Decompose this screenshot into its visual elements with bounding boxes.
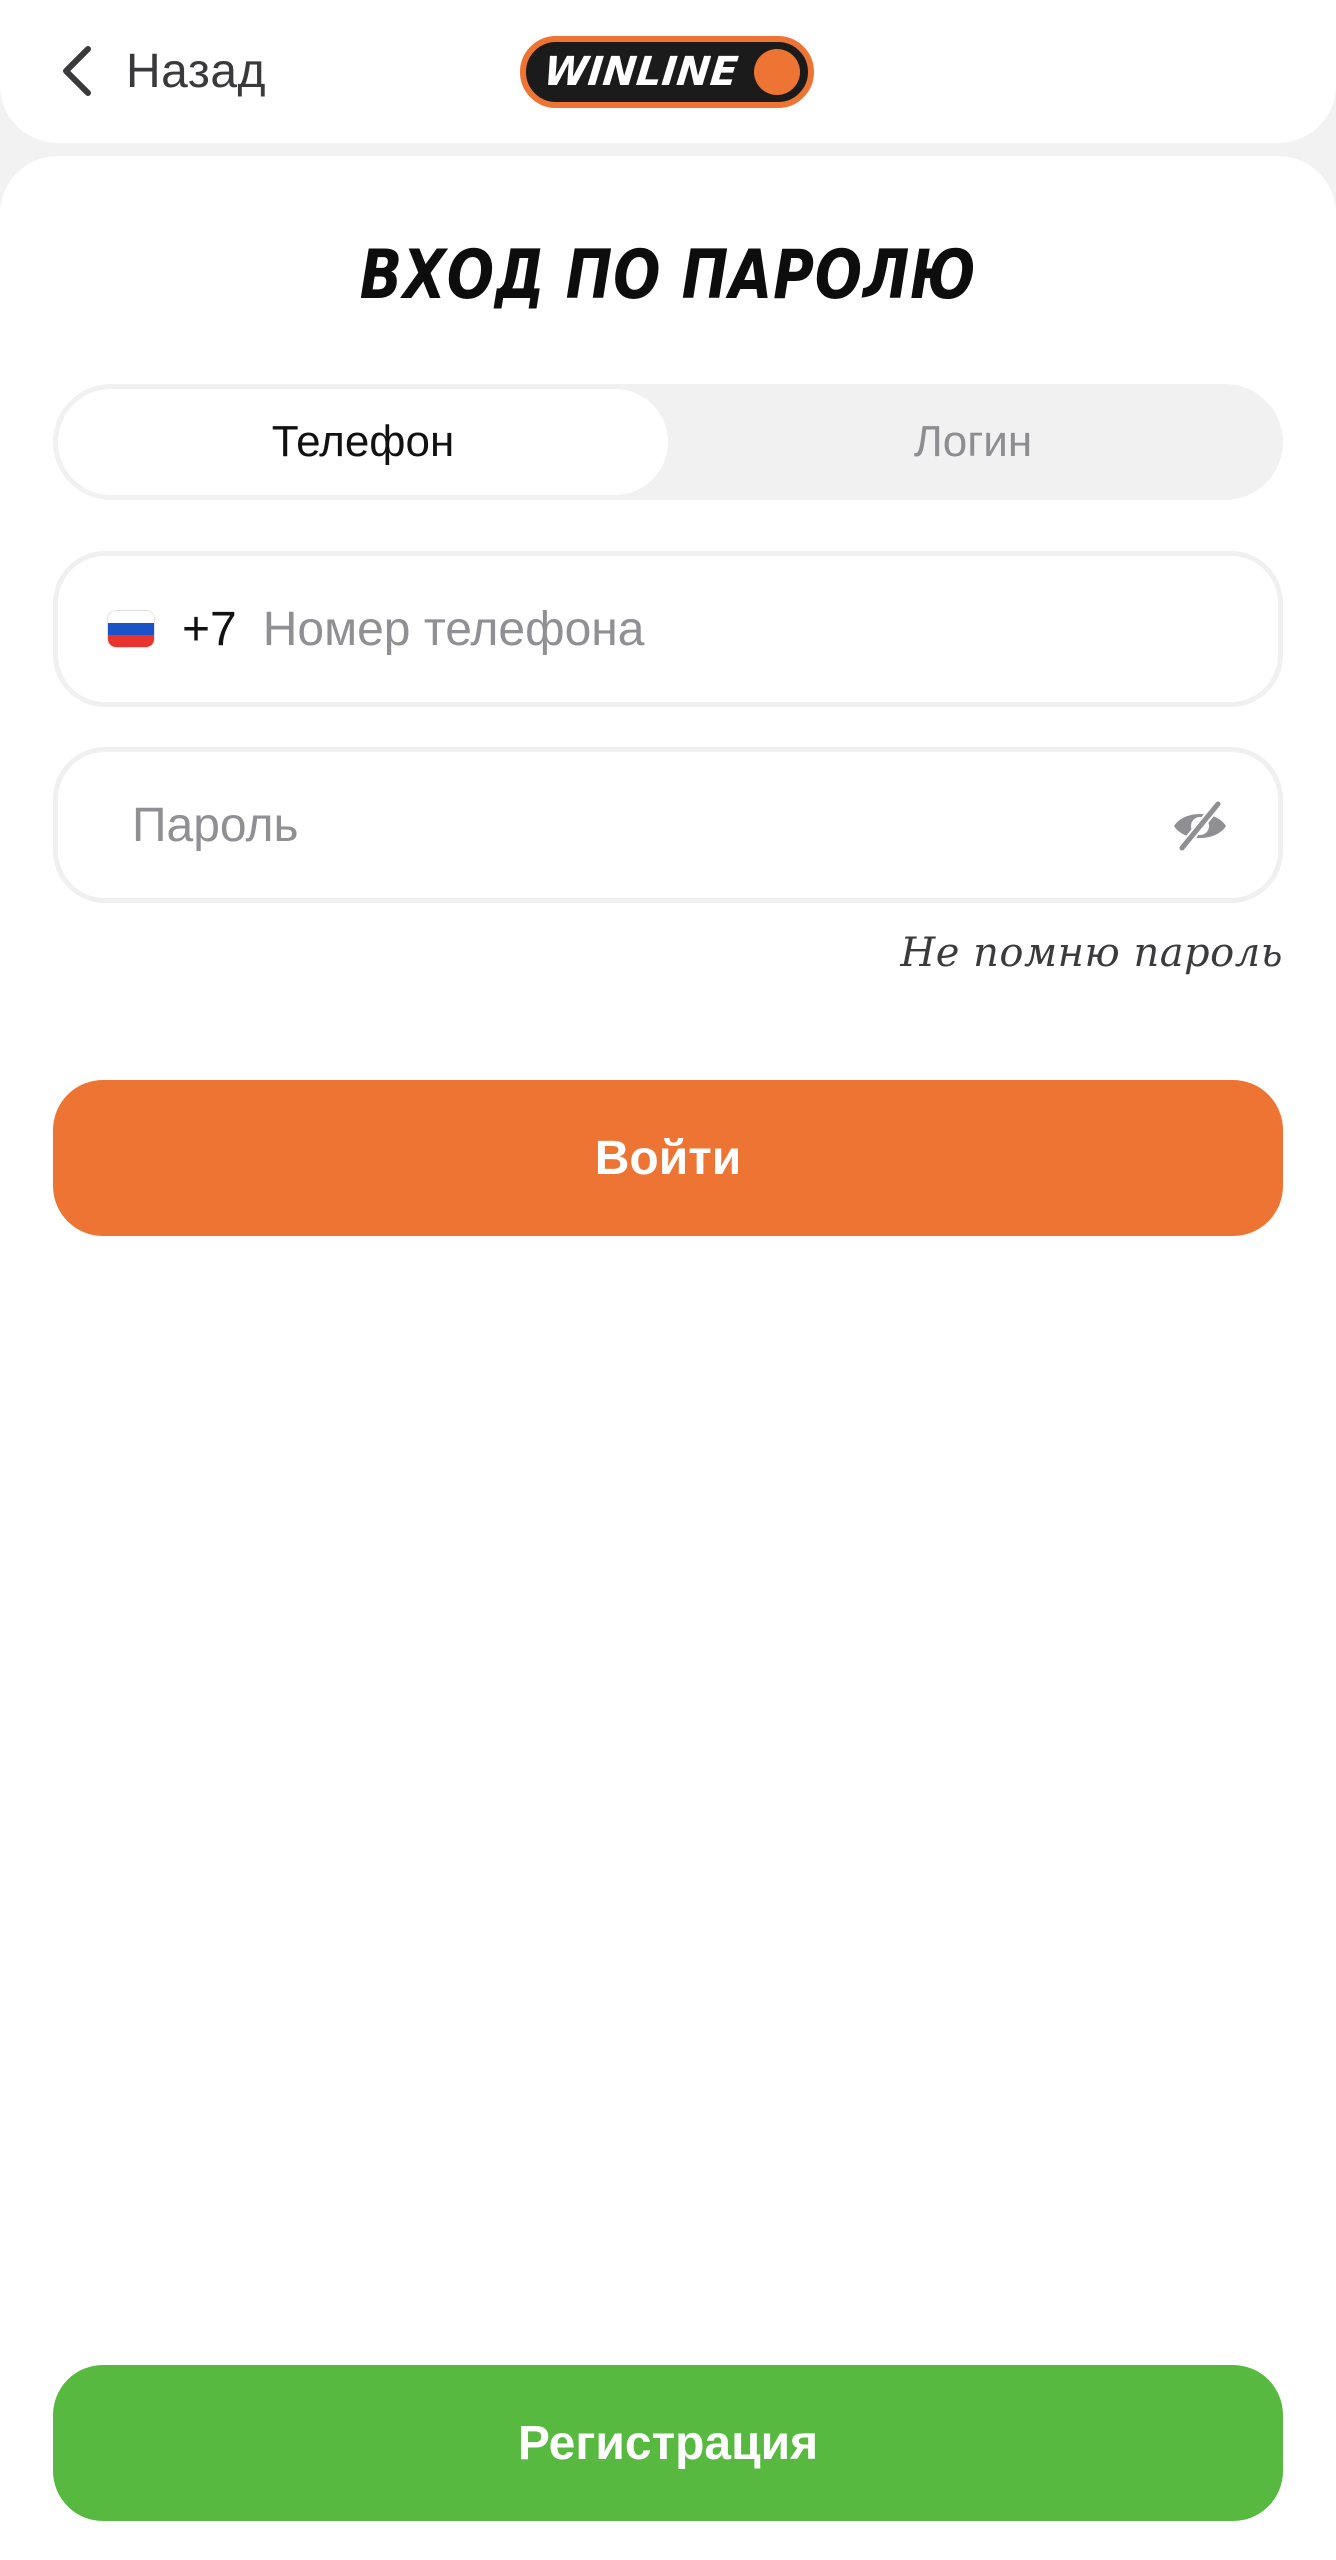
eye-off-icon[interactable] bbox=[1170, 798, 1230, 854]
phone-field[interactable]: +7 bbox=[53, 551, 1283, 707]
chevron-left-icon bbox=[63, 46, 91, 96]
phone-input[interactable] bbox=[262, 556, 1278, 702]
login-button[interactable]: Войти bbox=[53, 1080, 1283, 1236]
page-title: ВХОД ПО ПАРОЛЮ bbox=[359, 236, 977, 315]
login-card bbox=[0, 156, 1336, 2560]
forgot-password-link[interactable]: Не помню пароль bbox=[900, 930, 1283, 976]
password-field[interactable] bbox=[53, 747, 1283, 903]
register-button[interactable]: Регистрация bbox=[53, 2365, 1283, 2521]
russia-flag-icon bbox=[108, 611, 154, 647]
login-method-tabs: Телефон Логин bbox=[53, 384, 1283, 500]
password-input[interactable] bbox=[132, 752, 1278, 898]
logo-text: WINLINE bbox=[541, 49, 741, 95]
logo-dot-icon bbox=[754, 49, 800, 95]
tab-login[interactable]: Логин bbox=[668, 389, 1278, 495]
back-label: Назад bbox=[126, 44, 267, 98]
tab-phone[interactable]: Телефон bbox=[58, 389, 668, 495]
winline-logo: WINLINE bbox=[520, 36, 814, 108]
country-code: +7 bbox=[182, 602, 237, 656]
back-button[interactable]: Назад bbox=[58, 36, 266, 106]
top-bar: Назад WINLINE bbox=[0, 0, 1336, 143]
